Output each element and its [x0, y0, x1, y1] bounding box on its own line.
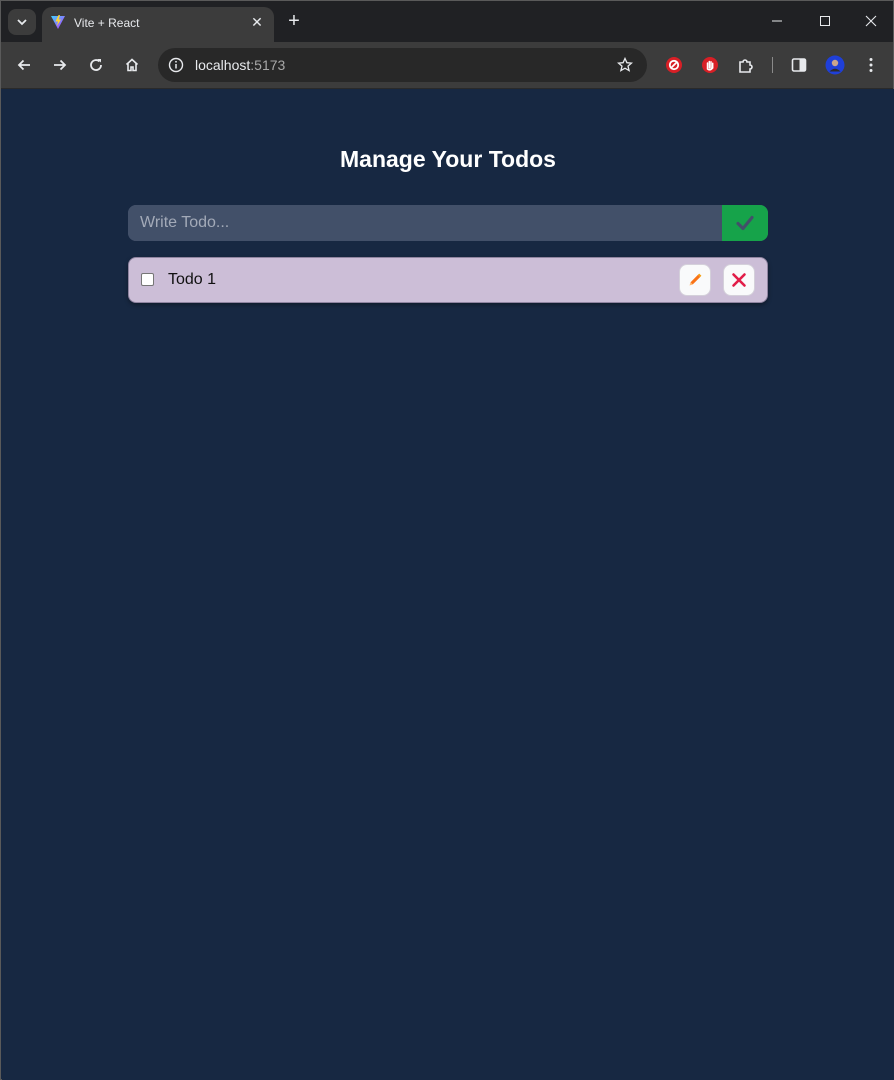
tab-title: Vite + React: [74, 16, 140, 30]
tab-vite-react[interactable]: Vite + React ✕: [42, 7, 274, 42]
url-text: localhost:5173: [195, 57, 285, 73]
reload-button[interactable]: [84, 53, 108, 77]
chevron-down-icon: [17, 19, 27, 26]
profile-avatar[interactable]: [824, 54, 846, 76]
todo-input[interactable]: [128, 205, 722, 241]
forward-button[interactable]: [48, 53, 72, 77]
edit-todo-button[interactable]: [679, 264, 711, 296]
home-button[interactable]: [120, 53, 144, 77]
minimize-button[interactable]: [764, 9, 790, 33]
arrow-right-icon: [54, 59, 67, 71]
arrow-left-icon: [17, 59, 30, 71]
side-panel-icon[interactable]: [788, 54, 810, 76]
home-icon: [125, 58, 139, 72]
more-menu-icon[interactable]: [860, 54, 882, 76]
pencil-icon: [689, 273, 702, 286]
todo-item: Todo 1: [128, 257, 768, 303]
tab-search-button[interactable]: [8, 9, 36, 35]
url-host: localhost: [195, 57, 251, 73]
page-title: Manage Your Todos: [340, 146, 556, 172]
close-window-button[interactable]: [858, 9, 884, 33]
reload-icon: [90, 59, 102, 71]
browser-window: Vite + React ✕ + localhost:5173 Manage Y…: [0, 0, 894, 1080]
checkmark-icon: [736, 215, 754, 231]
close-x-icon: [732, 273, 746, 287]
todo-complete-checkbox[interactable]: [141, 273, 154, 286]
tab-close-icon[interactable]: ✕: [248, 13, 266, 31]
maximize-icon: [820, 16, 830, 26]
add-todo-button[interactable]: [722, 205, 768, 241]
todo-text: Todo 1: [168, 271, 217, 288]
toolbar-separator: [772, 57, 773, 73]
bookmark-star-icon[interactable]: [615, 55, 635, 75]
close-icon: [865, 15, 877, 27]
delete-todo-button[interactable]: [723, 264, 755, 296]
back-button[interactable]: [12, 53, 36, 77]
browser-toolbar: localhost:5173: [1, 42, 893, 89]
minimize-icon: [772, 20, 782, 22]
extension-red-circle-icon[interactable]: [663, 54, 685, 76]
address-bar[interactable]: localhost:5173: [158, 48, 647, 82]
maximize-button[interactable]: [812, 9, 838, 33]
vite-logo-icon: [51, 15, 65, 29]
page-content: Manage Your Todos Todo 1: [2, 89, 894, 1080]
new-tab-button[interactable]: +: [284, 11, 304, 31]
tab-strip: Vite + React ✕ +: [1, 1, 893, 42]
todo-form: [128, 205, 768, 241]
url-port: :5173: [250, 57, 286, 73]
extension-hand-icon[interactable]: [699, 54, 721, 76]
extensions-puzzle-icon[interactable]: [735, 54, 757, 76]
site-info-icon[interactable]: [166, 55, 186, 75]
